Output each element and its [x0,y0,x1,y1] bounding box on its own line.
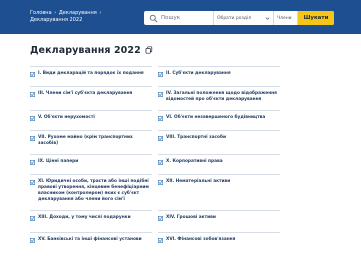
breadcrumb-declaring[interactable]: Декларування [59,10,97,16]
section-label: XIV. Грошові активи [166,215,216,220]
checkbox-icon [30,71,35,77]
checkbox-icon [30,135,35,141]
checkbox-icon [158,115,163,121]
checkbox-icon [158,135,163,141]
page-title: Декларування 2022 [30,44,141,56]
section-item[interactable]: VIII. Транспортні засоби [158,130,280,141]
section-label: VIII. Транспортні засоби [166,135,227,140]
search-field[interactable] [144,11,214,25]
section-item[interactable]: IV. Загальні положення щодо відображення… [158,86,280,103]
checkbox-icon [30,91,35,97]
section-select[interactable]: Обрати розділ [214,11,274,25]
section-item[interactable]: III. Члени сім'ї суб'єкта декларування [30,86,152,97]
copy-link-icon[interactable] [145,46,153,54]
breadcrumb: Головна › Декларування › Декларування 20… [30,10,142,24]
section-label: V. Об'єкти нерухомості [38,115,95,120]
section-item[interactable]: VI. Об'єкти незавершеного будівництва [158,110,280,121]
checkbox-icon [158,91,163,97]
breadcrumb-current: Декларування 2022 [30,17,83,23]
role-select[interactable]: Члени [274,11,298,25]
section-item[interactable]: XIV. Грошові активи [158,210,280,221]
section-label: XIII. Доходи, у тому числі подарунки [38,215,131,220]
section-item[interactable]: IX. Цінні папери [30,154,152,165]
checkbox-icon [158,237,163,243]
section-item[interactable]: XI. Юридичні особи, трасти або інші поді… [30,174,152,203]
checkbox-icon [30,179,35,185]
section-label: IV. Загальні положення щодо відображення… [166,91,277,102]
checkbox-icon [30,159,35,165]
section-label: XVI. Фінансові зобов'язання [166,237,236,242]
section-label: VII. Рухоме майно (крім транспортних зас… [38,135,133,146]
checkbox-icon [30,215,35,221]
section-label: I. Види декларацій та порядок їх подання [38,71,144,76]
checkbox-icon [30,115,35,121]
section-item[interactable]: XII. Нематеріальні активи [158,174,280,185]
search-button[interactable]: Шукати [298,11,334,25]
section-label: III. Члени сім'ї суб'єкта декларування [38,91,133,96]
breadcrumb-separator: › [54,10,57,16]
breadcrumb-home[interactable]: Головна [30,10,52,16]
section-item[interactable]: X. Корпоративні права [158,154,280,165]
checkbox-icon [30,237,35,243]
section-label: IX. Цінні папери [38,159,79,164]
section-item[interactable]: II. Суб'єкти декларування [158,66,280,77]
checkbox-icon [158,159,163,165]
section-label: X. Корпоративні права [166,159,223,164]
section-item[interactable]: I. Види декларацій та порядок їх подання [30,66,152,77]
section-label: XII. Нематеріальні активи [166,179,231,184]
page-title-row: Декларування 2022 [30,43,153,57]
section-label: VI. Об'єкти незавершеного будівництва [166,115,266,120]
top-header: Головна › Декларування › Декларування 20… [0,0,361,34]
breadcrumb-separator: › [99,10,102,16]
search-input[interactable] [158,12,210,24]
checkbox-icon [158,179,163,185]
chevron-down-icon [265,16,270,20]
section-item[interactable]: V. Об'єкти нерухомості [30,110,152,121]
section-label: XI. Юридичні особи, трасти або інші поді… [38,179,149,202]
section-item[interactable]: VII. Рухоме майно (крім транспортних зас… [30,130,152,147]
section-item[interactable]: XV. Банківські та інші фінансові установ… [30,232,152,243]
section-item[interactable]: XIII. Доходи, у тому числі подарунки [30,210,152,221]
checkbox-icon [158,71,163,77]
section-select-value: Обрати розділ [217,15,252,21]
section-label: XV. Банківські та інші фінансові установ… [38,237,142,242]
role-select-value: Члени [277,15,292,21]
search-icon [149,14,158,22]
section-label: II. Суб'єкти декларування [166,71,231,76]
section-item[interactable]: XVI. Фінансові зобов'язання [158,232,280,243]
search-bar: Обрати розділ Члени Шукати [144,11,334,25]
checkbox-icon [158,215,163,221]
